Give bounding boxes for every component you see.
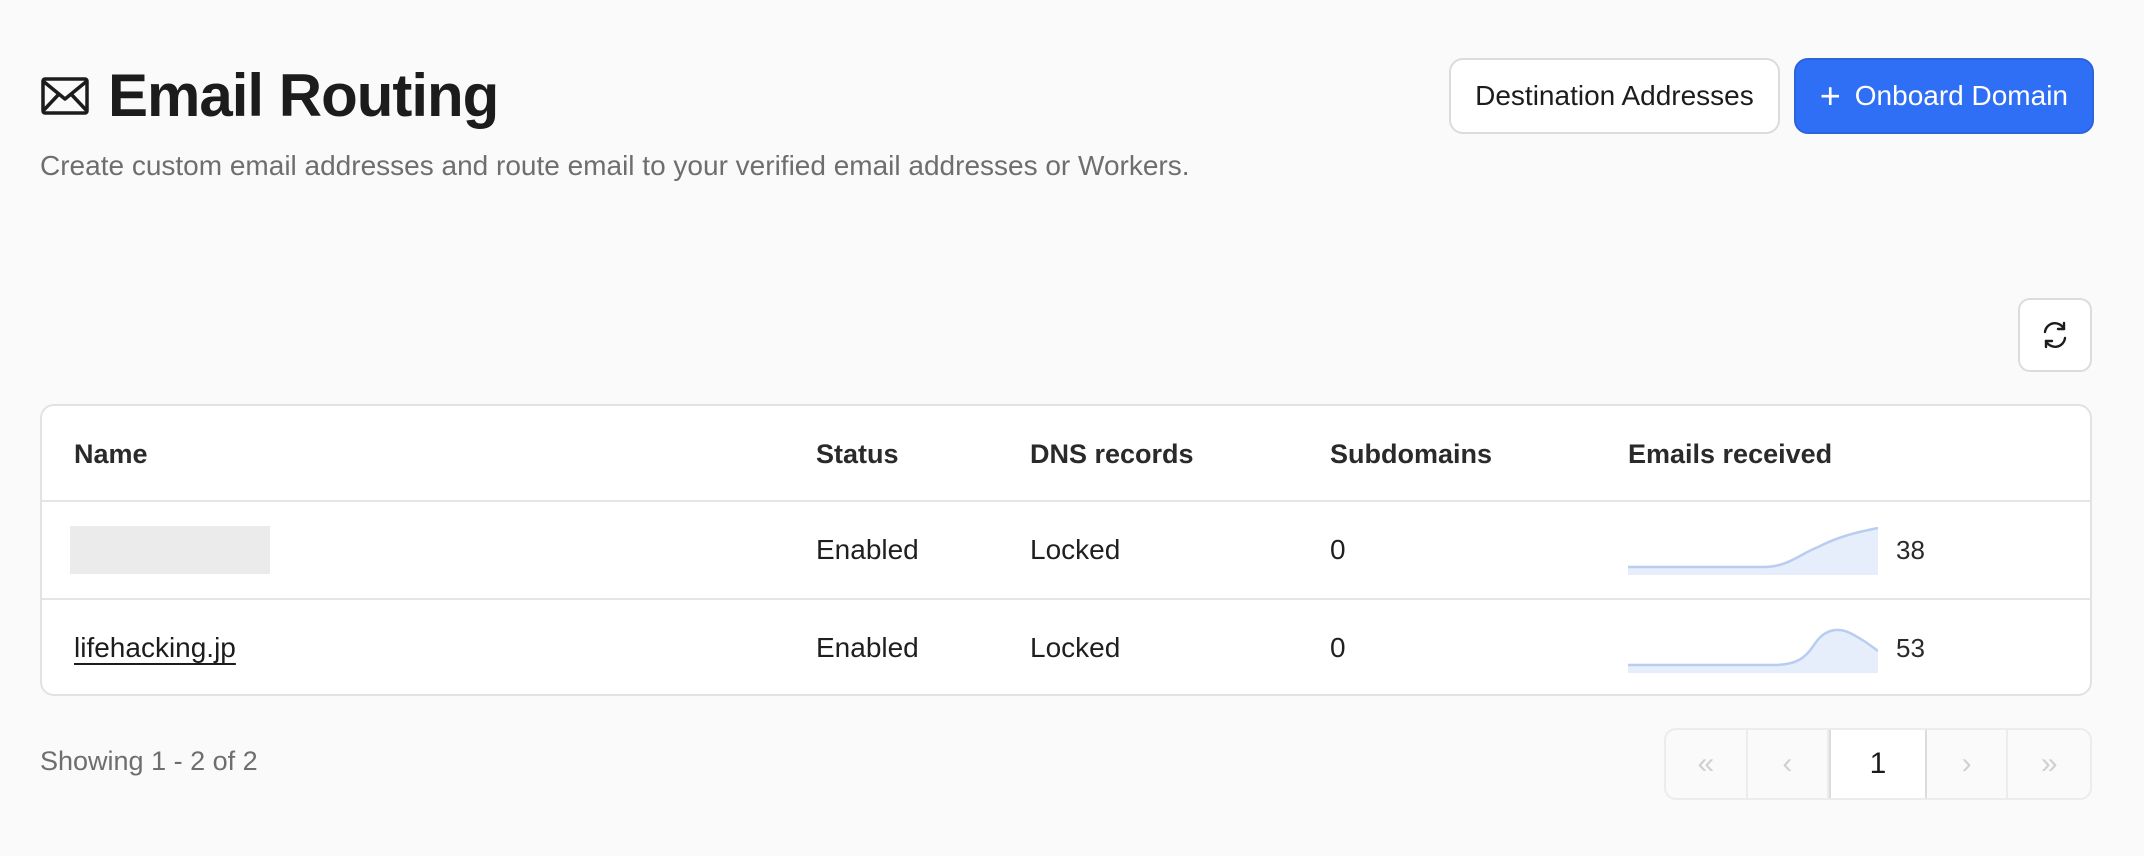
double-chevron-right-icon: » [2040, 747, 2058, 780]
chevron-right-icon: › [1961, 747, 1972, 780]
domain-name-cell: lifehacking.jp [74, 600, 236, 694]
refresh-button[interactable] [2018, 298, 2092, 372]
refresh-icon [2043, 321, 2067, 349]
emails-received-count: 38 [1896, 534, 1925, 565]
page-subtitle: Create custom email addresses and route … [40, 150, 1190, 181]
emails-received-cell: 53 [1628, 600, 1925, 694]
emails-sparkline [1628, 526, 1878, 575]
table-row[interactable]: Enabled Locked 0 38 [42, 502, 2090, 600]
emails-sparkline [1628, 628, 1878, 673]
table-row[interactable]: lifehacking.jp Enabled Locked 0 53 [42, 600, 2090, 694]
pagination-summary: Showing 1 - 2 of 2 [40, 746, 258, 776]
redacted-domain-name [70, 526, 270, 574]
domain-name-cell [70, 502, 270, 598]
onboard-domain-button[interactable]: + Onboard Domain [1793, 58, 2094, 134]
header-actions: Destination Addresses + Onboard Domain [1449, 58, 2094, 134]
last-page-button[interactable]: » [2008, 730, 2090, 798]
plus-icon: + [1819, 75, 1841, 116]
email-routing-page: Email Routing Create custom email addres… [0, 0, 2144, 856]
subdomains-cell: 0 [1330, 632, 1346, 663]
domains-table: Name Status DNS records Subdomains Email… [40, 404, 2092, 696]
column-header-status[interactable]: Status [816, 406, 899, 502]
previous-page-button[interactable]: ‹ [1748, 730, 1830, 798]
column-header-subdomains[interactable]: Subdomains [1330, 406, 1492, 502]
page-title: Email Routing [108, 62, 499, 129]
destination-addresses-label: Destination Addresses [1475, 80, 1754, 111]
chevron-left-icon: ‹ [1782, 747, 1793, 780]
table-header-row: Name Status DNS records Subdomains Email… [42, 406, 2090, 502]
page-header: Email Routing [40, 58, 499, 134]
column-header-emails-received[interactable]: Emails received [1628, 406, 1832, 502]
domain-name-link[interactable]: lifehacking.jp [74, 632, 236, 664]
double-chevron-left-icon: « [1697, 747, 1715, 780]
first-page-button[interactable]: « [1666, 730, 1748, 798]
dns-records-cell: Locked [1030, 534, 1121, 565]
subdomains-cell: 0 [1330, 534, 1346, 565]
pagination: « ‹ 1 › » [1664, 728, 2092, 800]
dns-records-cell: Locked [1030, 632, 1121, 663]
status-cell: Enabled [816, 534, 919, 565]
emails-received-count: 53 [1896, 632, 1925, 663]
emails-received-cell: 38 [1628, 502, 1925, 598]
column-header-name[interactable]: Name [74, 406, 148, 502]
column-header-dns-records[interactable]: DNS records [1030, 406, 1194, 502]
status-cell: Enabled [816, 632, 919, 663]
envelope-icon [41, 77, 89, 115]
current-page-button[interactable]: 1 [1829, 730, 1927, 798]
destination-addresses-button[interactable]: Destination Addresses [1449, 58, 1780, 134]
onboard-domain-label: Onboard Domain [1854, 80, 2068, 111]
next-page-button[interactable]: › [1927, 730, 2009, 798]
